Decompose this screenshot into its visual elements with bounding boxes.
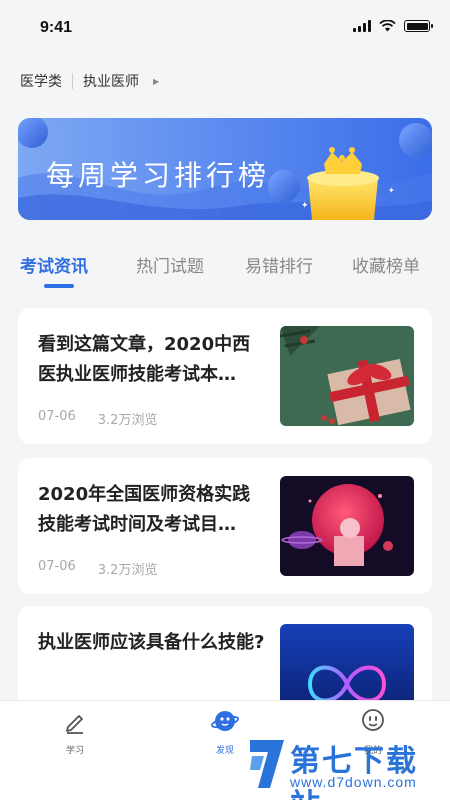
article-card[interactable]: 看到这篇文章，2020中西医执业医师技能考试本… 07-06 3.2万浏览: [18, 308, 432, 444]
banner-title: 每周学习排行榜: [46, 159, 271, 192]
tab-error-ranking[interactable]: 易错排行: [245, 252, 313, 277]
tab-favorites-ranking[interactable]: 收藏榜单: [352, 252, 420, 277]
status-icons: [353, 20, 433, 32]
watermark-url: www.d7down.com: [290, 774, 417, 790]
watermark-logo-icon: [250, 740, 284, 788]
wifi-icon: [379, 20, 396, 32]
signal-icon: [353, 20, 371, 32]
tab-exam-news[interactable]: 考试资讯: [20, 252, 88, 277]
article-card[interactable]: 2020年全国医师资格实践技能考试时间及考试目… 07-06 3.2万浏览: [18, 458, 432, 594]
category-level2[interactable]: 执业医师: [83, 71, 139, 91]
article-date: 07-06: [38, 559, 76, 574]
tab-active-indicator: [44, 284, 74, 288]
category-divider: [72, 73, 73, 89]
svg-text:✦: ✦: [301, 201, 309, 211]
status-bar: 9:41: [0, 0, 450, 58]
article-thumbnail-gift[interactable]: [280, 326, 414, 426]
status-time: 9:41: [40, 19, 73, 36]
article-views: 3.2万浏览: [97, 563, 158, 578]
ranking-banner[interactable]: ✦ ✦ 每周学习排行榜: [18, 118, 432, 220]
article-thumbnail-planet[interactable]: [280, 476, 414, 576]
article-title[interactable]: 执业医师应该具备什么技能?: [38, 628, 268, 658]
article-meta: 07-06 3.2万浏览: [38, 559, 157, 578]
category-level1[interactable]: 医学类: [20, 71, 62, 91]
category-selector[interactable]: 医学类 执业医师 ▶: [20, 70, 159, 92]
tab-hot-questions[interactable]: 热门试题: [136, 252, 204, 277]
planet-icon: [211, 711, 239, 731]
article-views: 3.2万浏览: [97, 413, 158, 428]
pencil-icon: [66, 715, 83, 734]
battery-icon: [404, 20, 433, 32]
triangle-right-icon[interactable]: ▶: [153, 77, 159, 86]
watermark-text: 第七下载站: [290, 744, 418, 800]
article-title[interactable]: 2020年全国医师资格实践技能考试时间及考试目…: [38, 480, 268, 540]
svg-text:✦: ✦: [388, 186, 395, 195]
article-date: 07-06: [38, 409, 76, 424]
smiley-icon: [362, 709, 384, 731]
nav-label: 学习: [65, 746, 84, 756]
article-meta: 07-06 3.2万浏览: [38, 409, 157, 428]
nav-study[interactable]: 学习: [45, 707, 105, 756]
article-title[interactable]: 看到这篇文章，2020中西医执业医师技能考试本…: [38, 330, 268, 390]
watermark: 第七下载站 www.d7down.com: [246, 734, 442, 800]
